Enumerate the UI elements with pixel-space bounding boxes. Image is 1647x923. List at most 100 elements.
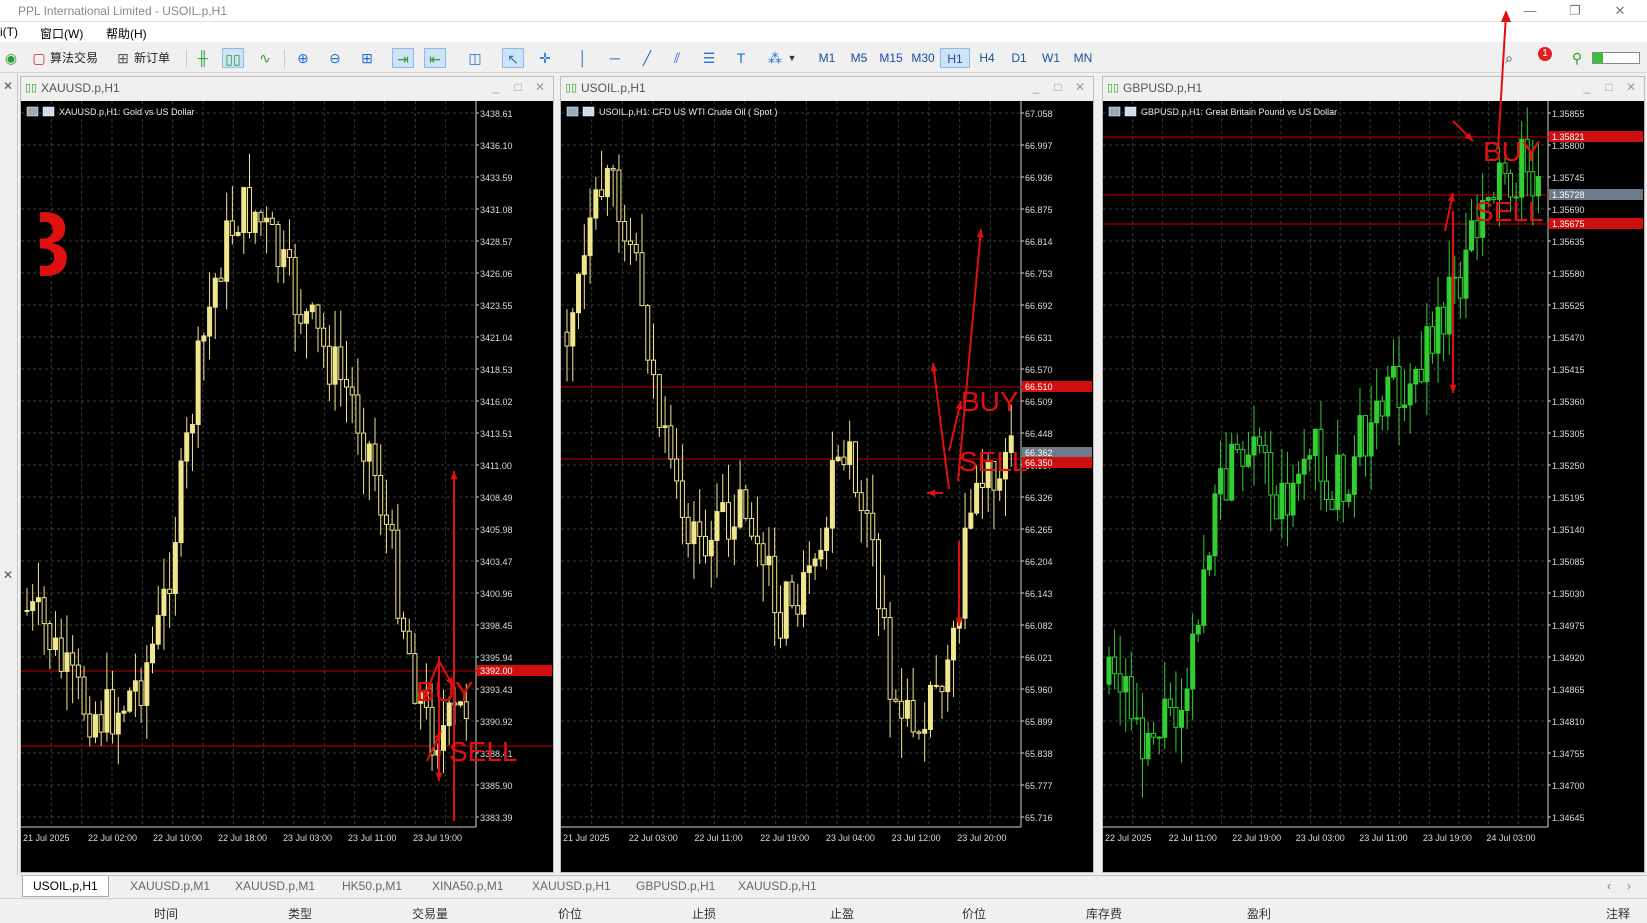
chart-window-gbpusd[interactable]: ▯▯ GBPUSD.p,H1 _ □ ✕ 1.35855 1.35800 1.357… [1102,76,1645,873]
candle-body [616,169,622,223]
chart-shift-icon[interactable]: ⇤ [424,48,446,68]
timeframe-m5[interactable]: M5 [844,48,874,68]
minimize-icon[interactable]: _ [1580,80,1594,94]
column-price[interactable]: 价位 [558,905,582,922]
candle-body [777,612,783,639]
price-tick-label: 1.35855 [1552,109,1585,119]
column-comment[interactable]: 注释 [1606,905,1630,922]
shapes-icon[interactable]: ⁂ [764,48,786,68]
candle-body [829,460,835,529]
close-icon[interactable]: ✕ [533,80,547,94]
algo-trading-button[interactable]: 算法交易 [50,47,98,69]
timeframe-m30[interactable]: M30 [908,48,938,68]
annotation-arrowhead [435,772,443,781]
candle-body [104,689,110,733]
horizontal-line-icon[interactable]: ─ [604,48,626,68]
new-order-button[interactable]: 新订单 [134,47,170,69]
candle-body [1201,569,1207,626]
chart-plot-area[interactable]: 1.35855 1.35800 1.35745 1.35690 1.35635 1.355… [1103,101,1644,872]
timeframe-d1[interactable]: D1 [1004,48,1034,68]
column-price-2[interactable]: 价位 [962,905,986,922]
chart-window-usoil[interactable]: ▯▯ USOIL.p,H1 _ □ ✕ 67.058 66.997 66.936 66… [560,76,1094,873]
tab-xauusd-h1[interactable]: XAUUSD.p,H1 [522,876,621,897]
candle-body [178,460,184,544]
close-icon[interactable]: ✕ [3,79,13,93]
tab-scroll-left-icon[interactable]: ‹ [1607,879,1611,893]
crosshair-icon[interactable]: ✛ [534,48,556,68]
tab-usoil-h1[interactable]: USOIL.p,H1 [22,876,109,897]
chart-plot-area[interactable]: 3438.61 3436.10 3433.59 3431.08 3428.57 3426.… [21,101,553,872]
text-icon[interactable]: T [730,48,752,68]
timeframe-m1[interactable]: M1 [812,48,842,68]
tab-hk50-m1[interactable]: HK50.p,M1 [332,876,412,897]
price-tick-label: 66.875 [1025,205,1053,215]
maximize-icon[interactable]: □ [1602,80,1616,94]
tile-windows-icon[interactable]: ⊞ [356,48,378,68]
tab-scroll-right-icon[interactable]: › [1627,879,1631,893]
menu-tools[interactable]: i(T) [0,25,18,39]
menu-help[interactable]: 帮助(H) [106,25,147,42]
candle-body [1279,482,1285,520]
candle-body [1301,458,1307,475]
candle-body [610,167,616,171]
timeframe-h1[interactable]: H1 [940,48,970,68]
menu-window[interactable]: 窗口(W) [40,25,83,42]
close-icon[interactable]: ✕ [3,568,13,582]
minimize-icon[interactable]: _ [1029,80,1043,94]
price-tick-label: 65.838 [1025,749,1053,759]
candle-body [1156,736,1162,739]
column-takeprofit[interactable]: 止盈 [830,905,854,922]
minimize-icon[interactable]: _ [489,80,503,94]
candle-body [622,221,628,242]
chevron-down-icon[interactable]: ▼ [786,48,798,68]
cursor-icon[interactable]: ↖ [502,48,524,68]
tab-xina50-m1[interactable]: XINA50.p,M1 [422,876,513,897]
candle-body [864,510,870,514]
candle-body [922,728,928,734]
close-icon[interactable]: ✕ [1073,80,1087,94]
column-type[interactable]: 类型 [288,905,312,922]
tab-xauusd-m1[interactable]: XAUUSD.p,M1 [120,876,220,897]
column-profit[interactable]: 盈利 [1247,905,1271,922]
candlestick-icon[interactable]: ▯▯ [222,48,244,68]
tab-xauusd-m1[interactable]: XAUUSD.p,M1 [225,876,325,897]
fibonacci-icon[interactable]: ☰ [698,48,720,68]
candle-body [1429,326,1435,354]
close-button[interactable]: ✕ [1605,2,1635,20]
connection-status-bar [1592,52,1640,64]
screenshot-icon[interactable]: ◫ [464,48,486,68]
vertical-line-icon[interactable]: │ [572,48,594,68]
maximize-icon[interactable]: □ [1051,80,1065,94]
trendline-icon[interactable]: ╱ [636,48,658,68]
zoom-out-icon[interactable]: ⊖ [324,48,346,68]
price-tick-label: 3408.49 [480,493,513,503]
candle-body [155,614,161,645]
price-tick-label: 1.34645 [1552,813,1585,823]
timeframe-h4[interactable]: H4 [972,48,1002,68]
line-chart-icon[interactable]: ∿ [254,48,276,68]
timeframe-mn[interactable]: MN [1068,48,1098,68]
globe-icon[interactable]: ◉ [0,48,22,68]
autoscroll-icon[interactable]: ⇥ [392,48,414,68]
column-swap[interactable]: 库存费 [1086,905,1122,922]
minimize-button[interactable]: — [1515,2,1545,20]
chart-window-xauusd[interactable]: ▯▯ XAUUSD.p,H1 _ □ ✕ 3438.61 3436.10 3433.… [20,76,554,873]
channel-icon[interactable]: ⫽ [666,48,688,68]
timeframe-w1[interactable]: W1 [1036,48,1066,68]
chart-plot-area[interactable]: 67.058 66.997 66.936 66.875 66.814 66.753 66.6… [561,101,1093,872]
candle-body [564,331,570,347]
column-stoploss[interactable]: 止损 [692,905,716,922]
close-icon[interactable]: ✕ [1624,80,1638,94]
marked-price-label: 66.362 [1025,448,1053,458]
timeframe-m15[interactable]: M15 [876,48,906,68]
column-volume[interactable]: 交易量 [412,905,448,922]
search-icon[interactable]: ⌕ [1498,48,1520,68]
maximize-icon[interactable]: □ [511,80,525,94]
tab-xauusd-h1[interactable]: XAUUSD.p,H1 [728,876,827,897]
candle-body [679,480,685,518]
tab-gbpusd-h1[interactable]: GBPUSD.p,H1 [626,876,725,897]
column-time[interactable]: 时间 [154,905,178,922]
zoom-in-icon[interactable]: ⊕ [292,48,314,68]
bar-chart-icon[interactable]: ╫ [192,48,214,68]
restore-button[interactable]: ❐ [1560,2,1590,20]
